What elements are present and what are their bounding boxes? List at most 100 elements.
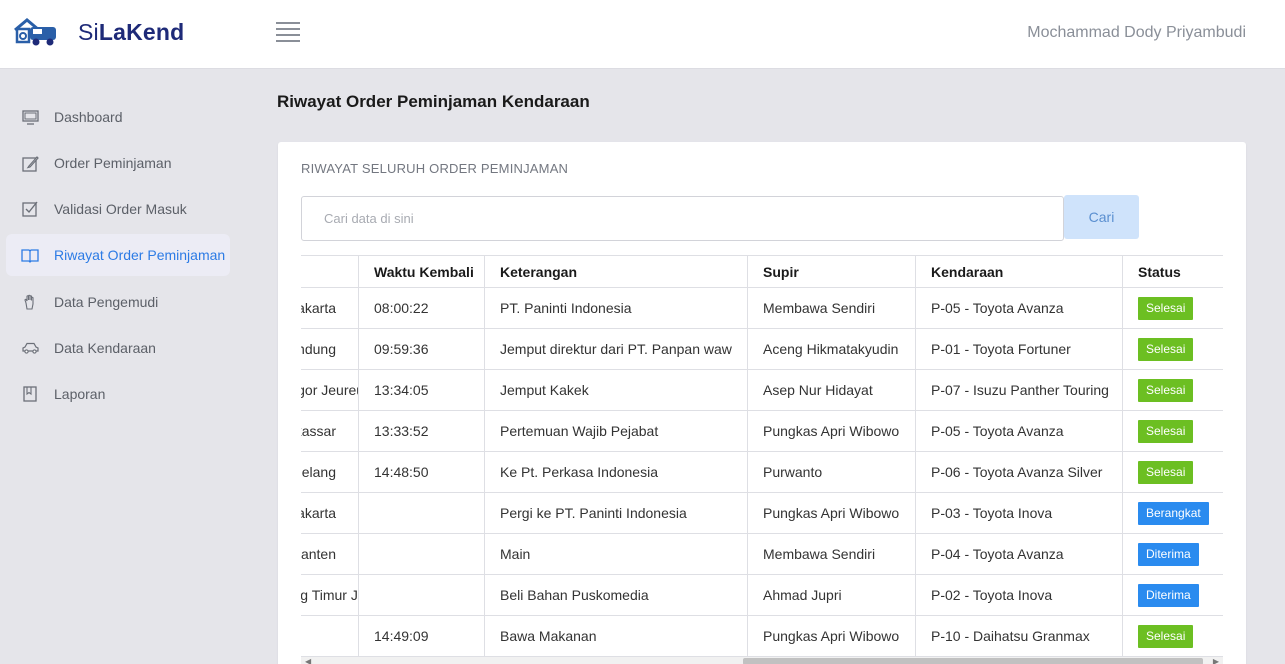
cell-keterangan: Jemput direktur dari PT. Panpan waw <box>484 328 748 370</box>
sidebar-item-validasi-order-masuk[interactable]: Validasi Order Masuk <box>6 188 230 230</box>
cell-waktu-kembali: 13:34:05 <box>358 369 485 411</box>
search-button[interactable]: Cari <box>1064 195 1139 239</box>
cell-status: Selesai <box>1122 410 1223 452</box>
table-row[interactable]: Bandung Timur Jawa Tengah Sahi Beli Bahan… <box>301 574 1223 616</box>
cell-waktu-kembali: 14:49:09 <box>358 615 485 657</box>
column-header[interactable]: Kendaraan <box>915 255 1123 288</box>
cell-status: Selesai <box>1122 451 1223 493</box>
user-name[interactable]: Mochammad Dody Priyambudi <box>1027 24 1246 42</box>
table-header-row: Waktu Kembali Keterangan Supir Kendaraan… <box>301 255 1223 288</box>
cell-supir: Pungkas Apri Wibowo <box>747 410 916 452</box>
cell-tujuan: Banten <box>301 533 359 575</box>
column-header[interactable]: Waktu Kembali <box>358 255 485 288</box>
status-badge: Diterima <box>1138 583 1199 607</box>
sidebar-item-data-pengemudi[interactable]: Data Pengemudi <box>6 281 230 323</box>
app-name: SiLaKend <box>78 18 185 45</box>
column-header[interactable]: Supir <box>747 255 916 288</box>
table-row[interactable]: Makassar13:33:52Pertemuan Wajib PejabatP… <box>301 410 1223 452</box>
sidebar-item-riwayat-order-peminjaman[interactable]: Riwayat Order Peminjaman <box>6 234 230 276</box>
table-row[interactable]: Jatinangor Jeureum13:34:05Jemput KakekAs… <box>301 369 1223 411</box>
car-icon <box>21 339 39 357</box>
table-row[interactable]: Jakarta08:00:22PT. Paninti IndonesiaMemb… <box>301 287 1223 329</box>
order-table-wrapper[interactable]: Waktu Kembali Keterangan Supir Kendaraan… <box>301 255 1223 664</box>
table-row[interactable]: Jakarta Pergi ke PT. Paninti IndonesiaPun… <box>301 492 1223 534</box>
cell-tujuan: Jatinangor Jeureum <box>301 369 359 411</box>
column-header[interactable]: Status <box>1122 255 1223 288</box>
cell-tujuan: Makassar <box>301 410 359 452</box>
status-badge: Selesai <box>1138 419 1194 443</box>
cell-status: Diterima <box>1122 574 1223 616</box>
top-bar: SiLaKend Mochammad Dody Priyambudi <box>0 0 1285 69</box>
cell-waktu-kembali: 08:00:22 <box>358 287 485 329</box>
cell-waktu-kembali <box>358 574 485 616</box>
cell-kendaraan: P-02 - Toyota Inova <box>915 574 1123 616</box>
status-badge: Selesai <box>1138 460 1194 484</box>
sidebar-item-label: Order Peminjaman <box>54 155 172 171</box>
column-header[interactable] <box>301 255 359 288</box>
table-row[interactable]: Magelang14:48:50Ke Pt. Perkasa Indonesia… <box>301 451 1223 493</box>
cell-waktu-kembali <box>358 533 485 575</box>
status-badge: Selesai <box>1138 337 1194 361</box>
cell-supir: Purwanto <box>747 451 916 493</box>
sidebar-item-label: Dashboard <box>54 109 123 125</box>
cell-kendaraan: P-06 - Toyota Avanza Silver <box>915 451 1123 493</box>
status-badge: Selesai <box>1138 624 1194 648</box>
history-card: RIWAYAT SELURUH ORDER PEMINJAMAN Cari Wa… <box>278 142 1246 664</box>
search-input[interactable] <box>301 196 1064 241</box>
report-icon <box>21 385 39 403</box>
cell-status: Selesai <box>1122 369 1223 411</box>
cell-kendaraan: P-10 - Daihatsu Granmax <box>915 615 1123 657</box>
book-icon <box>21 246 39 264</box>
table-row[interactable]: Bandung09:59:36Jemput direktur dari PT. … <box>301 328 1223 370</box>
cell-keterangan: Beli Bahan Puskomedia <box>484 574 748 616</box>
cell-tujuan: Jakarta <box>301 492 359 534</box>
checkbox-icon <box>21 200 39 218</box>
sidebar-item-label: Laporan <box>54 386 106 402</box>
horizontal-scrollbar[interactable]: ◀ ▶ <box>301 657 1223 664</box>
scroll-right-icon[interactable]: ▶ <box>1213 657 1219 664</box>
sidebar-item-dashboard[interactable]: Dashboard <box>6 96 230 138</box>
cell-waktu-kembali: 13:33:52 <box>358 410 485 452</box>
cell-status: Selesai <box>1122 615 1223 657</box>
cell-kendaraan: P-05 - Toyota Avanza <box>915 287 1123 329</box>
cell-waktu-kembali: 09:59:36 <box>358 328 485 370</box>
cell-tujuan: Bandung Timur Jawa Tengah Sahi <box>301 574 359 616</box>
sidebar-item-laporan[interactable]: Laporan <box>6 373 230 415</box>
scrollbar-thumb[interactable] <box>743 658 1203 664</box>
cell-tujuan: Jakarta <box>301 287 359 329</box>
status-badge: Selesai <box>1138 296 1194 320</box>
cell-keterangan: PT. Paninti Indonesia <box>484 287 748 329</box>
cell-status: Berangkat <box>1122 492 1223 534</box>
cell-supir: Ahmad Jupri <box>747 574 916 616</box>
cell-kendaraan: P-05 - Toyota Avanza <box>915 410 1123 452</box>
cell-status: Selesai <box>1122 328 1223 370</box>
sidebar-item-data-kendaraan[interactable]: Data Kendaraan <box>6 327 230 369</box>
edit-icon <box>21 154 39 172</box>
scroll-left-icon[interactable]: ◀ <box>305 657 311 664</box>
cell-supir: Pungkas Apri Wibowo <box>747 615 916 657</box>
cell-tujuan: Magelang <box>301 451 359 493</box>
status-badge: Selesai <box>1138 378 1194 402</box>
cell-supir: Membawa Sendiri <box>747 533 916 575</box>
status-badge: Diterima <box>1138 542 1199 566</box>
cell-kendaraan: P-07 - Isuzu Panther Touring <box>915 369 1123 411</box>
table-row[interactable]: Banten MainMembawa SendiriP-04 - Toyota A… <box>301 533 1223 575</box>
cell-status: Diterima <box>1122 533 1223 575</box>
cell-kendaraan: P-04 - Toyota Avanza <box>915 533 1123 575</box>
hamburger-menu-icon[interactable] <box>276 22 300 44</box>
column-header[interactable]: Keterangan <box>484 255 748 288</box>
brand[interactable]: SiLaKend <box>12 16 184 48</box>
table-row[interactable]: 14:49:09 Bawa Makanan Pungkas Apri Wibowo P… <box>301 615 1223 657</box>
cell-status: Selesai <box>1122 287 1223 329</box>
sidebar-item-label: Data Pengemudi <box>54 294 159 310</box>
cell-waktu-kembali: 14:48:50 <box>358 451 485 493</box>
cell-keterangan: Ke Pt. Perkasa Indonesia <box>484 451 748 493</box>
sidebar-item-label: Validasi Order Masuk <box>54 201 187 217</box>
cell-supir: Aceng Hikmatakyudin <box>747 328 916 370</box>
sidebar-item-label: Riwayat Order Peminjaman <box>54 247 226 263</box>
cell-supir: Membawa Sendiri <box>747 287 916 329</box>
page-title: Riwayat Order Peminjaman Kendaraan <box>277 92 590 111</box>
sidebar-item-order-peminjaman[interactable]: Order Peminjaman <box>6 142 230 184</box>
sidebar: Dashboard Order Peminjaman Validasi Orde… <box>0 69 240 664</box>
cell-keterangan: Pertemuan Wajib Pejabat <box>484 410 748 452</box>
